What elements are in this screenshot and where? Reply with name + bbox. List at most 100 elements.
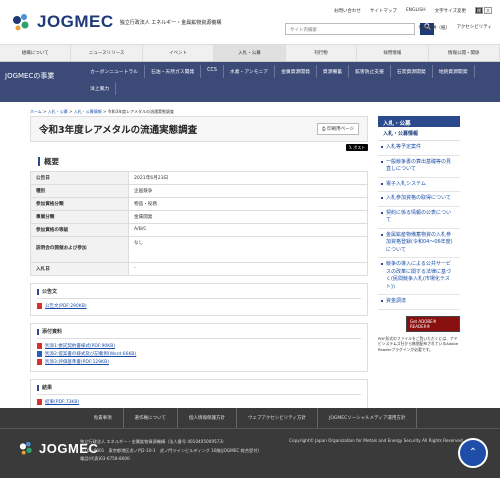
sidebar: 入札・公募 入札・公募情報 入札等予定案件 一般競争書の算出基礎等の見直しについ… (378, 116, 460, 352)
sidebar-item[interactable]: 一般競争書の算出基礎等の見直しについて (378, 156, 460, 178)
page: JOGMEC 独立行政法人 エネルギー・金属鉱物資源機構 お問い合わせ サイトマ… (0, 0, 500, 478)
back-to-top-button[interactable]: ⌃ (458, 438, 488, 468)
business-links: カーボンニュートラル 石油・天然ガス開発 CCS 水素・アンモニア 金属資源開発… (84, 62, 500, 102)
notice-heading-text: 公告文 (42, 289, 58, 295)
nav-about[interactable]: 組織について (0, 45, 72, 61)
logo-text: JOGMEC (37, 12, 114, 31)
page-title: 令和3年度レアメタルの流通実態調査 (39, 125, 198, 136)
pdf-icon (37, 303, 42, 309)
business-link[interactable]: 石油・天然ガス開発 (145, 65, 202, 78)
file-link[interactable]: 別添3:評価基準書(PDF:129KB) (37, 359, 361, 365)
file-link-label: 結果(PDF:73KB) (45, 400, 80, 405)
table-key: 公告日 (30, 171, 129, 185)
publications-link[interactable]: 情報提供（紙） (419, 25, 451, 31)
heading-marker (37, 288, 39, 295)
site-footer: 免責事項 著作権について 個人情報保護方針 ウェブアクセシビリティ方針 JOGM… (0, 408, 500, 478)
jogmec-logo-icon (8, 9, 34, 35)
nav-disclosure[interactable]: 情報公開・関係 (429, 45, 500, 61)
sidebar-item[interactable]: 入札等予定案件 (378, 141, 460, 156)
address-line: 電話(代表)03-6758-8000 (80, 456, 130, 461)
business-bar: JOGMECの事業 カーボンニュートラル 石油・天然ガス開発 CCS 水素・アン… (0, 62, 500, 102)
footer-link[interactable]: JOGMECソーシャルメディア運用方針 (318, 408, 418, 428)
footer-link[interactable]: 個人情報保護方針 (178, 408, 238, 428)
table-key: 説明会の開催および参加 (30, 236, 129, 263)
sidebar-item[interactable]: 電子入札システム (378, 178, 460, 192)
nav-events[interactable]: イベント (143, 45, 215, 61)
table-row: 説明会の開催および参加 なし (30, 236, 368, 263)
nav-publications[interactable]: 刊行物 (286, 45, 358, 61)
business-link[interactable]: 石炭資源開発 (391, 65, 433, 78)
footer-address: 独立行政法人 エネルギー・金属鉱物資源機構（法人番号 4010405009573… (80, 438, 259, 464)
logo-link[interactable]: JOGMEC (8, 9, 114, 35)
business-link[interactable]: 鉱害防止支援 (349, 65, 391, 78)
search-input[interactable] (285, 23, 415, 35)
business-link[interactable]: 水素・アンモニア (224, 65, 276, 78)
footer-links: 免責事項 著作権について 個人情報保護方針 ウェブアクセシビリティ方針 JOGM… (0, 408, 500, 429)
overview-heading: 概要 (30, 156, 368, 167)
address-line: 〒105-0001 東京都港区虎ノ門2-10-1 虎ノ門ツインビルディング 16… (80, 447, 260, 453)
adobe-reader-badge[interactable]: Get ADOBE® READER® (406, 315, 460, 332)
sidebar-item[interactable]: 資金調達 (378, 295, 460, 310)
word-icon (37, 351, 42, 357)
font-size-standard[interactable]: 標準 (475, 7, 483, 19)
breadcrumb-home[interactable]: ホーム (30, 109, 42, 114)
sidebar-item[interactable]: 金属鉱産物備蓄物資の入札参加資格登録(令和04～06年度)について (378, 229, 460, 258)
notice-heading: 公告文 (37, 288, 361, 299)
business-link[interactable]: 金属資源開発 (275, 65, 317, 78)
table-row: 種別 企画競争 (30, 184, 368, 198)
copyright: Copyright© Japan Organization for Metals… (289, 438, 464, 443)
table-key: 参加資格の等級 (30, 223, 129, 237)
nav-careers[interactable]: 採用情報 (357, 45, 429, 61)
sidebar-item[interactable]: 入札参加資格の取得について (378, 192, 460, 207)
result-heading-text: 結果 (42, 385, 53, 391)
file-link[interactable]: 別添2:提案書の様式及び記載例(Word:66KB) (37, 351, 361, 357)
nav-bids[interactable]: 入札・公募 (214, 45, 286, 61)
nav-news[interactable]: ニュースリリース (71, 45, 143, 61)
sidebar-heading[interactable]: 入札・公募 (378, 116, 460, 127)
file-link[interactable]: 結果(PDF:73KB) (37, 399, 361, 405)
footer-link[interactable]: 免責事項 (83, 408, 124, 428)
table-value: A/B/C (128, 223, 368, 237)
footer-link[interactable]: ウェブアクセシビリティ方針 (237, 408, 319, 428)
breadcrumb-bids[interactable]: 入札・公募 (48, 109, 68, 114)
notice-box: 公告文 公告文(PDF:290KB) (30, 283, 368, 316)
attachments-heading: 添付資料 (37, 328, 361, 339)
font-size-large[interactable]: 大 (484, 7, 492, 14)
business-link[interactable]: カーボンニュートラル (84, 65, 145, 78)
file-link-label: 別添1:委託契約書様式(PDF:90KB) (45, 344, 116, 349)
result-heading: 結果 (37, 384, 361, 395)
sidebar-item[interactable]: 契約に係る情報の公表について (378, 207, 460, 229)
print-button[interactable]: ⎙ 印刷用ページ (317, 123, 359, 135)
sitemap-link[interactable]: サイトマップ (370, 8, 397, 14)
table-row: 入札日 - (30, 262, 368, 276)
print-label: 印刷用ページ (327, 127, 354, 132)
table-key: 入札日 (30, 262, 129, 276)
table-value: 2021年6月23日 (128, 171, 368, 185)
business-link[interactable]: 資源備蓄 (317, 65, 350, 78)
accessibility-link[interactable]: アクセシビリティ (456, 24, 492, 30)
heading-marker (37, 328, 39, 335)
file-link[interactable]: 公告文(PDF:290KB) (37, 303, 361, 309)
business-link[interactable]: 洋上風力 (84, 82, 117, 95)
post-button[interactable]: 𝕏 ポスト (346, 144, 368, 151)
font-size-label: 文字サイズ変更 (434, 8, 466, 14)
jogmec-logo-icon (19, 441, 32, 455)
breadcrumb-bid-info[interactable]: 入札・公募情報 (74, 109, 102, 114)
reader-note: PDF形式のファイルをご覧いただくには、アドビシステムズ社から無償配布されている… (378, 335, 459, 352)
breadcrumb-current: 令和3年度レアメタルの流通実態調査 (107, 109, 174, 114)
contact-link[interactable]: お問い合わせ (334, 8, 361, 14)
pdf-icon (37, 343, 42, 349)
business-link[interactable]: CCS (201, 65, 224, 78)
sidebar-item[interactable]: 競争の導入による公共サービスの改革に関する法律に基づく(民間競争入札(市場化テス… (378, 258, 460, 295)
business-link[interactable]: 地熱資源開発 (433, 65, 475, 78)
english-link[interactable]: ENGLISH (406, 8, 426, 13)
pdf-icon (37, 359, 42, 365)
attachments-heading-text: 添付資料 (42, 329, 63, 335)
sidebar-subheading[interactable]: 入札・公募情報 (378, 127, 460, 141)
table-key: 事業分類 (30, 210, 129, 224)
overview-table: 公告日 2021年6月23日 種別 企画競争 参加資格分類 物品・役務 事業分類 金属開… (30, 171, 368, 276)
file-link[interactable]: 別添1:委託契約書様式(PDF:90KB) (37, 343, 361, 349)
table-row: 公告日 2021年6月23日 (30, 171, 368, 185)
org-name: 独立行政法人 エネルギー・金属鉱物資源機構 (119, 19, 222, 26)
footer-link[interactable]: 著作権について (124, 408, 179, 428)
